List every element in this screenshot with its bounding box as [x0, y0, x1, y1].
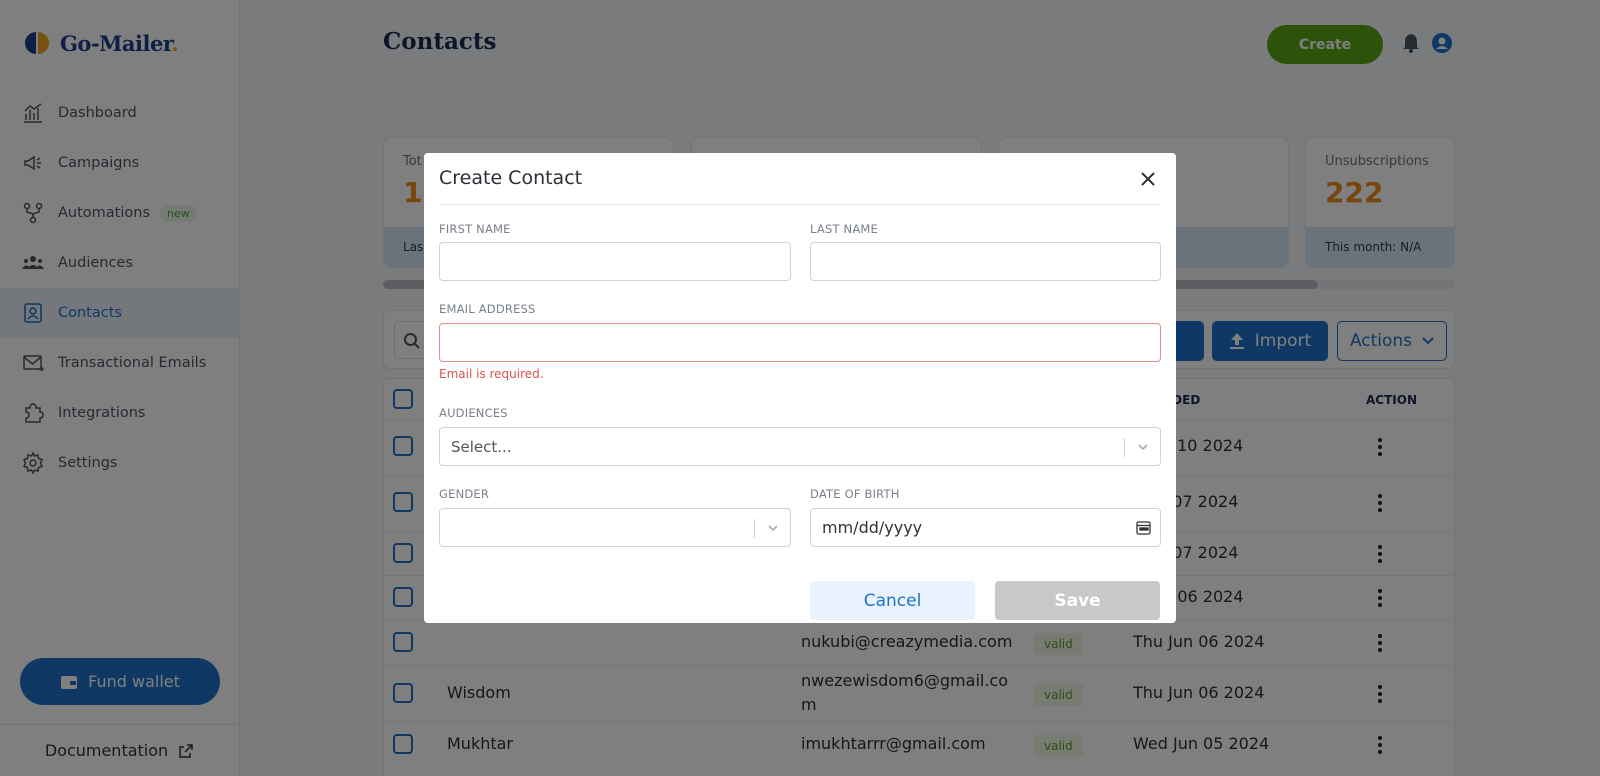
first-name-field[interactable] [439, 242, 791, 281]
cancel-button[interactable]: Cancel [810, 581, 975, 620]
chevron-down-icon [768, 525, 778, 532]
email-error-message: Email is required. [439, 367, 544, 381]
date-of-birth-field[interactable]: mm/dd/yyyy [810, 508, 1161, 547]
modal-title: Create Contact [439, 167, 583, 189]
audiences-label: AUDIENCES [439, 406, 508, 420]
first-name-label: FIRST NAME [439, 222, 511, 236]
last-name-field[interactable] [810, 242, 1161, 281]
dob-placeholder: mm/dd/yyyy [822, 518, 923, 537]
email-label: EMAIL ADDRESS [439, 302, 536, 316]
dob-label: DATE OF BIRTH [810, 487, 900, 501]
close-icon[interactable] [1137, 168, 1159, 190]
modal-divider [439, 204, 1161, 205]
create-contact-modal: Create Contact FIRST NAME LAST NAME EMAI… [424, 153, 1176, 623]
email-field[interactable] [439, 323, 1161, 362]
gender-select[interactable] [439, 508, 791, 547]
audiences-select[interactable]: Select... [439, 427, 1161, 466]
last-name-label: LAST NAME [810, 222, 878, 236]
save-button[interactable]: Save [995, 581, 1160, 620]
calendar-icon[interactable] [1136, 520, 1151, 535]
chevron-down-icon [1138, 444, 1148, 451]
select-separator [1124, 438, 1125, 457]
select-separator [754, 519, 755, 538]
audiences-placeholder: Select... [451, 438, 512, 456]
gender-label: GENDER [439, 487, 490, 501]
